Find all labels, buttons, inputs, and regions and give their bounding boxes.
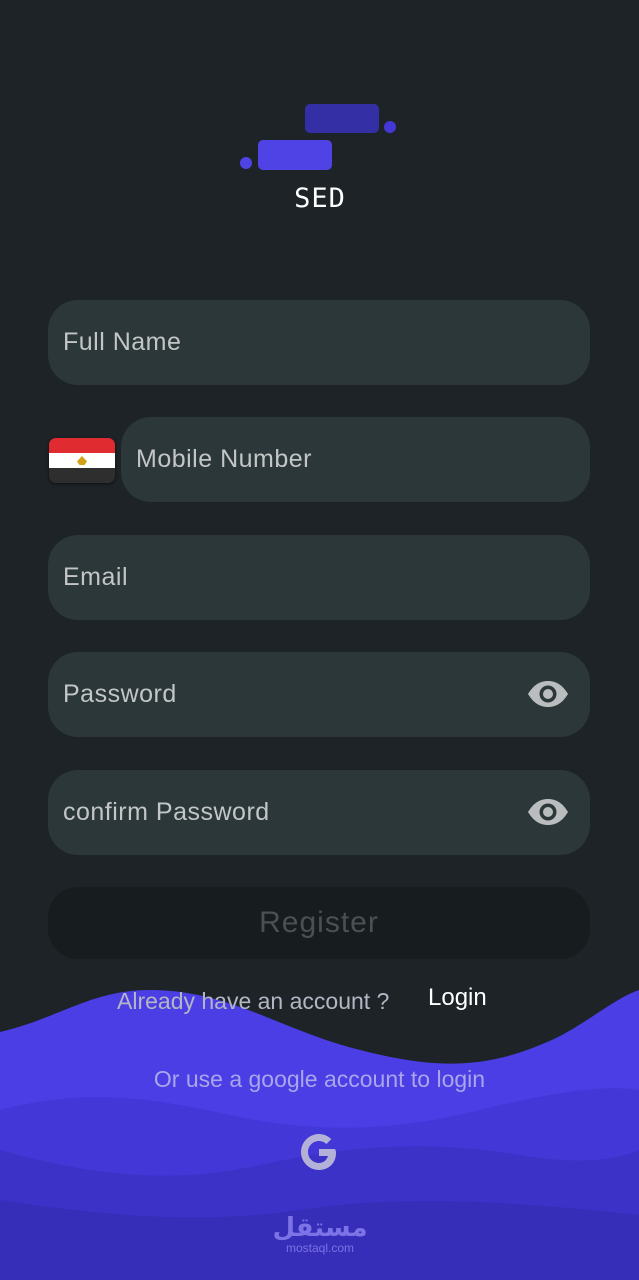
email-input[interactable]: [63, 535, 520, 620]
mobile-number-field: [121, 417, 590, 502]
watermark-latin: mostaql.com: [285, 1241, 355, 1255]
mobile-number-input[interactable]: [136, 417, 520, 502]
egypt-flag-icon[interactable]: [49, 438, 115, 483]
already-have-account-text: Already have an account ?: [117, 988, 390, 1014]
google-login-text: Or use a google account to login: [153, 1066, 486, 1092]
logo-bar-bottom: [258, 140, 332, 170]
flag-stripe-red: [49, 438, 115, 453]
register-button[interactable]: Register: [48, 887, 590, 959]
google-login-button[interactable]: [296, 1129, 342, 1175]
flag-stripe-black: [49, 468, 115, 483]
confirm-password-visibility-toggle[interactable]: [526, 794, 570, 830]
brand-name: SED: [294, 183, 346, 214]
login-link[interactable]: Login: [428, 984, 487, 1012]
full-name-field: [48, 300, 590, 385]
logo-dot-left: [240, 157, 252, 169]
google-g-icon: [301, 1134, 336, 1170]
password-field: [48, 652, 590, 737]
logo-bar-top: [305, 104, 379, 133]
full-name-input[interactable]: [63, 300, 520, 385]
mostaql-watermark: مستقل mostaql.com: [260, 1214, 380, 1254]
logo-dot-right: [384, 121, 396, 133]
confirm-password-input[interactable]: [63, 770, 520, 855]
password-visibility-toggle[interactable]: [526, 676, 570, 712]
watermark-arabic: مستقل: [272, 1213, 368, 1243]
eye-icon: [528, 681, 568, 707]
flag-stripe-white: [49, 453, 115, 468]
eagle-emblem-icon: [77, 456, 87, 465]
eye-icon: [528, 799, 568, 825]
confirm-password-field: [48, 770, 590, 855]
email-field: [48, 535, 590, 620]
password-input[interactable]: [63, 652, 520, 737]
